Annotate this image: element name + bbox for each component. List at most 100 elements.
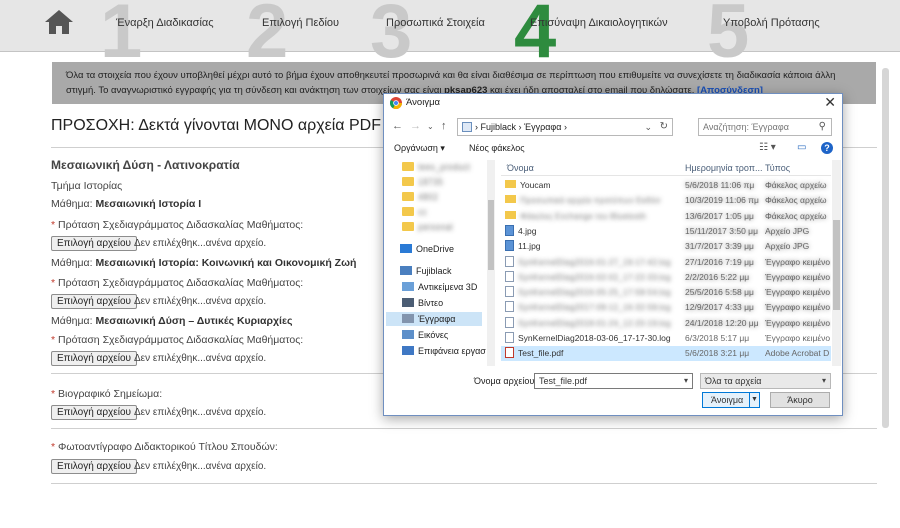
chrome-icon	[390, 97, 402, 109]
folder-file-icon	[505, 180, 516, 188]
column-date[interactable]: Ημερομηνία τροπ...	[685, 163, 762, 173]
step-label: Προσωπικά Στοιχεία	[386, 17, 485, 29]
file-row[interactable]: SynKernelDiag2016-01-27_19-17-42.log 27/1…	[501, 255, 831, 270]
nav-item-label: cc	[418, 207, 427, 217]
file-row[interactable]: SynKernelDiag2016-02-02_17-22-33.log 2/2/…	[501, 270, 831, 285]
nav-item-pc[interactable]: Fujiblack	[386, 264, 482, 278]
file-type: Έγγραφο κειμένο	[765, 271, 831, 282]
column-type[interactable]: Τύπος	[765, 163, 790, 173]
nav-item-folder[interactable]: tees_product	[386, 160, 482, 174]
page-scrollbar[interactable]	[882, 60, 890, 490]
chevron-down-icon[interactable]: ▾	[684, 374, 688, 388]
breadcrumb-documents[interactable]: Έγγραφα	[524, 122, 561, 132]
file-name-cell: SynKernelDiag2016-02-02_17-22-33.log	[505, 270, 671, 285]
department: Τμήμα Ιστορίας	[51, 180, 123, 192]
filename-input[interactable]: Test_file.pdf ▾	[534, 373, 693, 389]
file-row[interactable]: SynKernelDiag2018-03-06_17-17-30.log 6/3/…	[501, 331, 831, 346]
address-bar[interactable]: › Fujiblack › Έγγραφα › ⌄ ↻	[457, 118, 673, 136]
nav-item-pictures[interactable]: Εικόνες	[386, 328, 482, 342]
chevron-down-icon[interactable]: ⌄	[644, 119, 652, 135]
choose-file-button-phd[interactable]: Επιλογή αρχείου	[51, 459, 137, 474]
file-date: 15/11/2017 3:50 μμ	[685, 225, 758, 236]
file-date: 6/3/2018 5:17 μμ	[685, 333, 750, 343]
course-3: Μάθημα: Μεσαιωνική Δύση – Δυτικές Κυριαρ…	[51, 315, 293, 327]
nav-item-folder[interactable]: cc	[386, 205, 482, 219]
nav-item-folder[interactable]: 4802	[386, 190, 482, 204]
organize-button[interactable]: Οργάνωση ▾	[394, 143, 445, 154]
proposal-label-2: * Πρόταση Σχεδιαγράμματος Διδασκαλίας Μα…	[51, 277, 304, 289]
step-number: 5	[707, 0, 750, 74]
cancel-button[interactable]: Άκυρο	[770, 392, 830, 408]
doc-file-icon	[505, 332, 514, 343]
file-name-cell: Προσωπικά αρχεία προτύπων Εκδόσ	[505, 193, 661, 208]
file-name-cell: SynKernelDiag2018-03-06_17-17-30.log	[505, 331, 671, 346]
filetype-select[interactable]: Όλα τα αρχεία ▾	[700, 373, 831, 389]
course-2: Μάθημα: Μεσαιωνική Ιστορία: Κοινωνική κα…	[51, 257, 357, 269]
dialog-title: Άνοιγμα	[406, 97, 441, 108]
file-row[interactable]: SynKernelDiag2016-05-25_17-58-54.log 25/5…	[501, 285, 831, 300]
navigation-row: ← → ⌄ ↑ › Fujiblack › Έγγραφα › ⌄ ↻ Αναζ…	[384, 116, 842, 138]
back-icon[interactable]: ←	[392, 120, 403, 132]
up-icon[interactable]: ↑	[441, 120, 447, 132]
nav-scrollbar[interactable]	[487, 160, 495, 366]
jpg-file-icon	[505, 240, 514, 252]
breadcrumb-fujiblack[interactable]: Fujiblack	[481, 122, 517, 132]
nav-item-video[interactable]: Βίντεο	[386, 296, 482, 310]
page-scroll-thumb[interactable]	[882, 68, 889, 428]
pdf-file-icon	[505, 347, 514, 359]
divider	[51, 483, 877, 484]
preview-pane-icon[interactable]: ▭	[797, 142, 806, 153]
nav-scroll-thumb[interactable]	[488, 200, 494, 270]
home-icon[interactable]	[44, 9, 74, 35]
forward-icon[interactable]: →	[410, 120, 421, 132]
pc-icon	[462, 122, 472, 132]
column-name[interactable]: Όνομα	[507, 163, 534, 173]
nav-item-label: tees_product	[418, 162, 471, 172]
file-scrollbar[interactable]	[832, 160, 841, 366]
choose-file-button-cv[interactable]: Επιλογή αρχείου	[51, 405, 137, 420]
file-date: 27/1/2016 7:19 μμ	[685, 256, 754, 267]
help-icon[interactable]: ?	[821, 142, 833, 154]
nav-item-onedrive[interactable]: OneDrive	[386, 242, 482, 256]
pdf-warning: ΠΡΟΣΟΧΗ: Δεκτά γίνονται ΜΟΝΟ αρχεία PDF …	[51, 117, 422, 134]
nav-item-folder[interactable]: 18735	[386, 175, 482, 189]
file-row[interactable]: SynKernelDiag2018-01-24_12-20-19.log 24/1…	[501, 316, 831, 331]
choose-file-button-1[interactable]: Επιλογή αρχείου	[51, 236, 137, 251]
proposal-label-3: * Πρόταση Σχεδιαγράμματος Διδασκαλίας Μα…	[51, 334, 304, 346]
refresh-icon[interactable]: ↻	[660, 119, 668, 135]
nav-item-docs[interactable]: Έγγραφα	[386, 312, 482, 326]
open-options-dropdown[interactable]: ▼	[749, 393, 759, 407]
file-scroll-thumb[interactable]	[833, 220, 840, 310]
file-name: Youcam	[520, 180, 551, 190]
nav-item-3d[interactable]: Αντικείμενα 3D	[386, 280, 482, 294]
step-label: Επιλογή Πεδίου	[262, 17, 340, 29]
new-folder-button[interactable]: Νέος φάκελος	[469, 143, 525, 153]
open-button[interactable]: Άνοιγμα ▼	[702, 392, 760, 408]
nav-item-folder[interactable]: personal	[386, 220, 482, 234]
file-row[interactable]: 4.jpg 15/11/2017 3:50 μμ Αρχείο JPG	[501, 224, 831, 239]
close-icon[interactable]: ✕	[824, 94, 836, 111]
file-row[interactable]: Φάκελος Exchange του Bluetooth 13/6/2017 …	[501, 209, 831, 224]
view-options-icon[interactable]: ☷ ▾	[759, 142, 776, 153]
chevron-down-icon: ▾	[821, 376, 826, 385]
nav-item-label: Επιφάνεια εργασ	[418, 346, 486, 356]
choose-file-button-2[interactable]: Επιλογή αρχείου	[51, 294, 137, 309]
no-file-text-1: Δεν επιλέχθηκ...ανένα αρχείο.	[134, 238, 267, 249]
file-type: Έγγραφο κειμένο	[765, 256, 831, 267]
file-row[interactable]: Προσωπικά αρχεία προτύπων Εκδόσ 10/3/2019…	[501, 193, 831, 208]
desktop-icon	[402, 346, 414, 355]
choose-file-button-3[interactable]: Επιλογή αρχείου	[51, 351, 137, 366]
file-row[interactable]: SynKernelDiag2017-09-12_16-32-58.log 12/9…	[501, 300, 831, 315]
search-icon: ⚲	[818, 121, 826, 132]
dialog-titlebar[interactable]: Άνοιγμα ✕	[384, 94, 842, 112]
file-row[interactable]: 11.jpg 31/7/2017 3:39 μμ Αρχείο JPG	[501, 239, 831, 254]
file-row[interactable]: Test_file.pdf 5/6/2018 3:21 μμ Adobe Acrob…	[501, 346, 831, 362]
nav-item-desktop[interactable]: Επιφάνεια εργασ	[386, 344, 486, 358]
file-type: Φάκελος αρχείω	[765, 195, 827, 206]
nav-item-label: Έγγραφα	[418, 314, 456, 324]
search-input[interactable]: Αναζήτηση: Έγγραφα ⚲	[698, 118, 832, 136]
file-type: Αρχείο JPG	[765, 241, 810, 252]
file-row[interactable]: Youcam 5/6/2018 11:06 πμ Φάκελος αρχείω	[501, 178, 831, 193]
no-file-text-cv: Δεν επιλέχθηκ...ανένα αρχείο.	[134, 407, 267, 418]
recent-dropdown-icon[interactable]: ⌄	[427, 122, 434, 131]
